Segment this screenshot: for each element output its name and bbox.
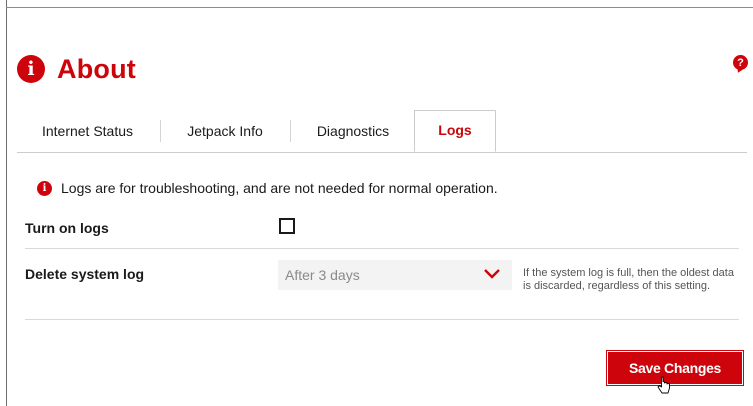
tab-diagnostics[interactable]: Diagnostics xyxy=(292,110,414,151)
window-left-border xyxy=(6,0,7,406)
tab-label: Jetpack Info xyxy=(187,122,263,139)
delete-system-log-select[interactable]: After 3 days xyxy=(278,260,512,290)
tab-internet-status[interactable]: Internet Status xyxy=(17,110,158,151)
window-top-border xyxy=(6,7,753,8)
tab-label: Diagnostics xyxy=(316,122,390,139)
turn-on-logs-label: Turn on logs xyxy=(25,220,109,236)
logs-notice: i Logs are for troubleshooting, and are … xyxy=(37,180,498,196)
turn-on-logs-checkbox[interactable] xyxy=(279,218,295,234)
notice-text: Logs are for troubleshooting, and are no… xyxy=(61,180,498,196)
tab-logs[interactable]: Logs xyxy=(414,110,496,152)
tab-divider xyxy=(160,120,161,142)
tab-bar: Internet Status Jetpack Info Diagnostics… xyxy=(17,110,747,153)
help-bubble-icon[interactable]: ? xyxy=(733,55,748,70)
tab-label: Internet Status xyxy=(41,122,134,139)
chevron-down-icon xyxy=(484,269,500,279)
page-title: About xyxy=(57,53,136,84)
row-divider xyxy=(25,248,739,249)
row-divider xyxy=(25,319,739,320)
select-value: After 3 days xyxy=(285,267,360,283)
delete-log-help-text: If the system log is full, then the olde… xyxy=(523,267,734,292)
tab-divider xyxy=(290,120,291,142)
mouse-pointer-icon xyxy=(657,376,670,394)
save-changes-button[interactable]: Save Changes xyxy=(607,351,743,385)
tab-label: Logs xyxy=(438,121,472,138)
delete-system-log-label: Delete system log xyxy=(25,266,145,282)
info-icon: i xyxy=(37,180,52,196)
tab-jetpack-info[interactable]: Jetpack Info xyxy=(162,110,288,151)
page-header: i About xyxy=(17,51,136,87)
info-icon: i xyxy=(17,55,45,83)
